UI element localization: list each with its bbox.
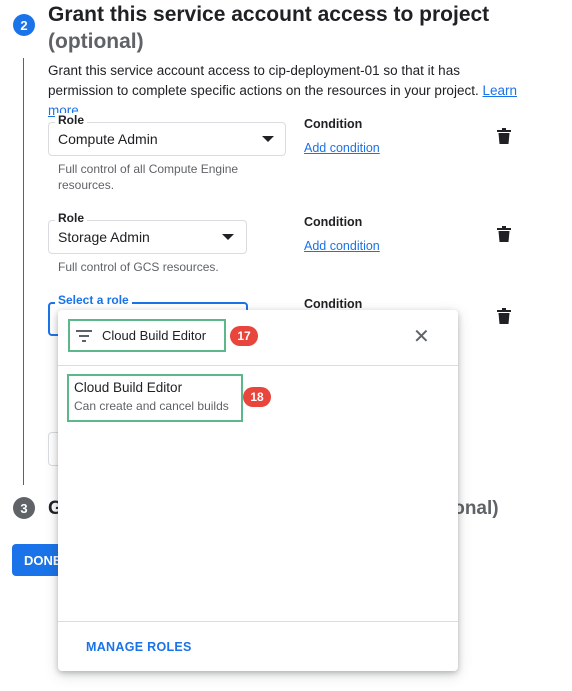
option-description: Can create and cancel builds	[74, 399, 229, 413]
delete-icon[interactable]	[497, 128, 511, 144]
filter-input[interactable]: Cloud Build Editor	[102, 328, 206, 343]
role-value-1: Compute Admin	[58, 131, 158, 147]
add-condition-link-2[interactable]: Add condition	[304, 239, 380, 253]
step-3-badge: 3	[13, 497, 35, 519]
step-connector-line	[23, 58, 24, 485]
delete-icon[interactable]	[497, 226, 511, 242]
role-label-3: Select a role	[55, 293, 132, 307]
annotation-badge-18: 18	[243, 387, 271, 407]
role-value-2: Storage Admin	[58, 229, 150, 245]
annotation-badge-17: 17	[230, 326, 258, 346]
option-cloud-build-editor[interactable]: Cloud Build Editor	[74, 380, 182, 395]
role-label-2: Role	[55, 211, 88, 225]
condition-title-1: Condition	[304, 117, 363, 131]
role-helper-1: Full control of all Compute Engine resou…	[58, 162, 239, 192]
step-2-description: Grant this service account access to cip…	[48, 61, 528, 121]
condition-title-3: Condition	[304, 297, 363, 311]
filter-icon	[76, 330, 92, 342]
step-2-optional: (optional)	[48, 30, 144, 53]
add-condition-link-1[interactable]: Add condition	[304, 141, 380, 155]
role-helper-2: Full control of GCS resources.	[58, 260, 219, 274]
close-icon[interactable]: ✕	[413, 327, 430, 347]
delete-icon[interactable]	[497, 308, 511, 324]
step-2-title: Grant this service account access to pro…	[48, 3, 490, 26]
chevron-down-icon	[262, 136, 274, 142]
description-text: Grant this service account access to cip…	[48, 63, 479, 98]
role-label-1: Role	[55, 113, 88, 127]
condition-title-2: Condition	[304, 215, 363, 229]
dropdown-divider	[58, 621, 458, 622]
manage-roles-button[interactable]: MANAGE ROLES	[86, 640, 192, 654]
done-button[interactable]: DONE	[12, 544, 62, 576]
chevron-down-icon	[222, 234, 234, 240]
role-dropdown-panel: Cloud Build Editor ✕ Cloud Build Editor …	[58, 310, 458, 671]
step-2-badge: 2	[13, 14, 35, 36]
